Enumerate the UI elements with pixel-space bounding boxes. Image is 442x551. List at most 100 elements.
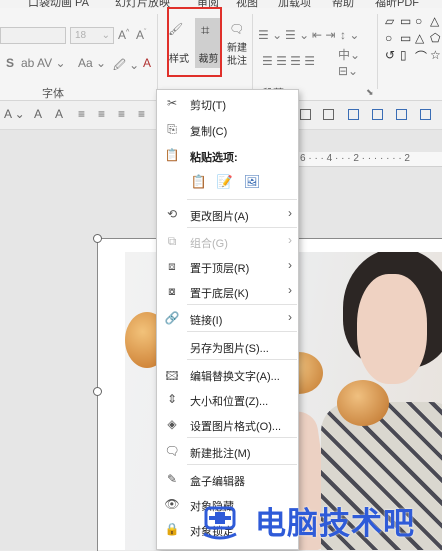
hide-icon: 👁 [164, 497, 180, 511]
cut-icon: ✂ [166, 96, 178, 110]
alt-text-icon: 🖾 [165, 369, 179, 383]
box-editor-icon: ✎ [166, 472, 178, 486]
menu-separator [187, 304, 297, 305]
tab-help[interactable]: 帮助 [332, 0, 354, 8]
menu-item-size-position[interactable]: ⇕ 大小和位置(Z)... [157, 388, 298, 412]
decrease-font-small-icon[interactable]: A [55, 107, 63, 121]
align-left-icon[interactable]: ≡ [78, 107, 85, 121]
align-right-icon[interactable]: ≡ [118, 107, 125, 121]
menu-separator [187, 227, 297, 228]
menu-separator [187, 331, 297, 332]
menu-item-bring-to-front[interactable]: ⧈ 置于顶层(R) › [157, 255, 298, 279]
tab-addins[interactable]: 加载项 [278, 0, 311, 8]
group-icon: ⧉ [167, 234, 177, 248]
change-picture-icon: ⟲ [166, 207, 178, 221]
tab-view[interactable]: 视图 [236, 0, 258, 8]
watermark-text: 电脑技术吧 [255, 506, 415, 542]
textbox-icon[interactable] [348, 109, 359, 120]
menu-label-link: 链接(I) [190, 315, 223, 327]
justify-icon[interactable]: ≡ [138, 107, 145, 121]
textbox-extra-icon[interactable] [420, 109, 431, 120]
menu-item-send-to-back[interactable]: ⧇ 置于底层(K) › [157, 280, 298, 304]
numbering-icon[interactable]: ☰ ⌄ [285, 28, 309, 42]
paste-picture-icon[interactable]: 📝 [216, 174, 234, 192]
increase-font-small-icon[interactable]: A [34, 107, 42, 121]
menu-label-change-picture: 更改图片(A) [190, 211, 249, 223]
font-size-value: 18 [75, 30, 87, 41]
menu-item-group: ⧉ 组合(G) › [157, 230, 298, 254]
send-to-back-icon: ⧇ [168, 284, 176, 298]
menu-item-format-picture[interactable]: ◈ 设置图片格式(O)... [157, 413, 298, 437]
menu-item-link[interactable]: 🔗 链接(I) › [157, 307, 298, 331]
watermark-logo-icon [203, 506, 237, 540]
format-picture-icon: ◈ [167, 417, 177, 431]
paste-icon: 📋 [164, 148, 180, 162]
group-separator [377, 14, 378, 89]
shapes-gallery[interactable]: ▱ ▭ ○ △ ○ ▭ △ ⬠ ↺ ▯ ⌒ ☆ [381, 14, 442, 76]
ruler-text: 6 · · · 4 · · · 2 · · · · · · · 2 [300, 153, 410, 164]
menu-item-copy[interactable]: ⎘ 复制(C) [157, 118, 298, 142]
menu-separator [187, 464, 297, 465]
strikethrough-icon[interactable]: S [6, 56, 14, 70]
change-case-icon[interactable]: Aa ⌄ [78, 56, 106, 70]
menu-label-paste: 粘贴选项: [190, 152, 238, 164]
shape-outline-icon[interactable] [300, 109, 311, 120]
new-comment-icon: 🗨 [164, 444, 180, 458]
menu-item-alt-text[interactable]: 🖾 编辑替换文字(A)... [157, 363, 298, 387]
textbox-vertical-icon[interactable] [372, 109, 383, 120]
font-name-combo[interactable] [0, 27, 66, 44]
align-center-icon[interactable]: ≡ [98, 107, 105, 121]
menu-label-copy: 复制(C) [190, 126, 228, 138]
align-icons[interactable]: ☰ ☰ ☰ ☰ [262, 54, 315, 68]
tab-foxit-pdf[interactable]: 福昕PDF [375, 0, 419, 8]
bullets-icon[interactable]: ☰ ⌄ [258, 28, 282, 42]
lock-icon: 🔒 [164, 522, 180, 536]
paste-keep-format-icon[interactable]: 📋 [190, 174, 208, 192]
char-spacing-icon[interactable]: ab AV ⌄ [21, 56, 66, 70]
tab-slideshow[interactable]: 幻灯片放映 [115, 0, 170, 8]
align-text-icon[interactable]: ⊟⌄ [338, 64, 358, 78]
font-size-combo[interactable]: 18 ⌄ [70, 27, 114, 44]
menu-label-bring-to-front: 置于顶层(R) [190, 263, 250, 275]
dialog-launcher-icon[interactable]: ⬊ [366, 87, 374, 98]
link-icon: 🔗 [164, 311, 180, 325]
line-spacing-icon[interactable]: ↕ ⌄ [340, 28, 359, 42]
submenu-arrow-icon: › [288, 310, 292, 324]
menu-item-change-picture[interactable]: ⟲ 更改图片(A) › [157, 203, 298, 227]
menu-item-cut[interactable]: ✂ 剪切(T) [157, 92, 298, 116]
highlight-pen-icon[interactable]: 🖉 ⌄ [113, 56, 139, 77]
decrease-font-icon[interactable]: Aˇ [136, 28, 146, 42]
menu-label-format-picture: 设置图片格式(O)... [190, 421, 282, 433]
font-color-small-icon[interactable]: A ⌄ [4, 107, 25, 121]
text-direction-icon[interactable]: 中⌄ [338, 46, 360, 63]
copy-icon: ⎘ [167, 122, 177, 136]
size-position-icon: ⇕ [166, 392, 178, 406]
comment-icon[interactable]: 🗨 [229, 22, 244, 36]
horizontal-ruler: 6 · · · 4 · · · 2 · · · · · · · 2 [297, 152, 442, 167]
resize-handle-topleft[interactable] [93, 234, 102, 243]
paste-image-icon[interactable]: 🖼 [243, 174, 261, 192]
group-font-label: 字体 [42, 88, 64, 100]
textbox-horizontal-icon[interactable] [396, 109, 407, 120]
menu-label-new-comment: 新建批注(M) [190, 448, 251, 460]
menu-label-size-position: 大小和位置(Z)... [190, 396, 269, 408]
indent-icon[interactable]: ⇤ ⇥ [312, 28, 335, 42]
increase-font-icon[interactable]: A^ [118, 28, 129, 42]
shape-fill-icon[interactable] [323, 109, 334, 120]
highlight-box [167, 7, 222, 77]
menu-label-send-to-back: 置于底层(K) [190, 288, 249, 300]
menu-item-new-comment[interactable]: 🗨 新建批注(M) [157, 440, 298, 464]
menu-item-save-as-picture[interactable]: 另存为图片(S)... [157, 335, 298, 359]
resize-handle-left[interactable] [93, 387, 102, 396]
tab-pocket-animation[interactable]: 口袋动画 PA [28, 0, 89, 8]
font-color-icon[interactable]: A [143, 56, 151, 70]
group-separator [252, 14, 253, 89]
group-separator [157, 14, 158, 89]
menu-label-box-editor: 盒子编辑器 [190, 476, 245, 488]
submenu-arrow-icon: › [288, 206, 292, 220]
menu-label-cut: 剪切(T) [190, 100, 227, 112]
submenu-arrow-icon: › [288, 283, 292, 297]
new-comment-label[interactable]: 新建批注 [225, 42, 249, 68]
menu-item-box-editor[interactable]: ✎ 盒子编辑器 [157, 468, 298, 492]
submenu-arrow-icon: › [288, 233, 292, 247]
